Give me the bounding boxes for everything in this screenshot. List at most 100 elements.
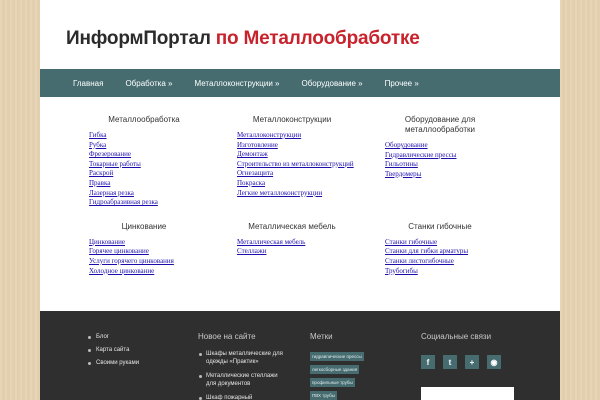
menu-link-item: Твердомеры [385,170,533,180]
twitter-icon[interactable]: t [443,355,457,369]
menu-link-item: Станки для гибки арматуры [385,247,533,257]
nav-item-equipment[interactable]: Оборудование » [291,79,374,88]
page: ИнформПортал по Металлообработке Главная… [40,0,560,400]
tag-cloud: гидравлические прессы легкосборные здания… [310,352,364,400]
menu-link[interactable]: Рубка [89,141,106,149]
footer-links-column: Блог Карта сайта Своими руками [88,311,139,370]
menu-link[interactable]: Металлоконструкции [237,131,301,139]
footer-new-title: Новое на сайте [198,332,256,341]
category-menu: Металлообработка Гибка Рубка Фрезерование То… [40,97,560,290]
footer-link[interactable]: Карта сайта [88,344,139,357]
social-icons: f t + ◉ [421,355,501,369]
menu-link[interactable]: Раскрой [89,169,113,177]
menu-link[interactable]: Трубогибы [385,267,418,275]
menu-link-item: Изготовление [237,141,385,151]
menu-column-title: Станки гибочные [408,221,472,231]
menu-column: Металлоконструкции Металлоконструкции Изго… [237,115,385,208]
footer-new-list: Шкафы металлические для одежды «Практик»… [198,350,286,400]
menu-column: Металлическая мебель Металлическая мебель… [237,222,385,276]
rss-icon[interactable]: ◉ [487,355,501,369]
menu-link[interactable]: Станки для гибки арматуры [385,247,468,255]
menu-link[interactable]: Изготовление [237,141,278,149]
menu-link[interactable]: Станки гибочные [385,238,437,246]
menu-link-item: Гибка [89,131,237,141]
footer-new-item[interactable]: Металлические стеллажи для документов [198,372,286,388]
footer-tags-title: Метки [310,332,333,341]
google-plus-icon[interactable]: + [465,355,479,369]
menu-column: Станки гибочные Станки гибочные Станки для… [385,222,533,276]
site-title-main: ИнформПортал [66,28,211,49]
menu-link-item: Лазерная резка [89,189,237,199]
footer: Блог Карта сайта Своими руками Новое на са… [40,311,560,400]
menu-column-title: Цинкование [121,221,167,231]
menu-link-item: Цинкование [89,238,237,248]
menu-link-item: Строительство из металлоконструкций [237,160,385,170]
menu-link-item: Токарные работы [89,160,237,170]
menu-link[interactable]: Огнезащита [237,169,273,177]
menu-link[interactable]: Гидроабразивная резка [89,198,158,206]
footer-social-column: Социальные связи f t + ◉ [421,311,501,369]
menu-link-item: Гильотины [385,160,533,170]
menu-link-item: Стеллажи [237,247,385,257]
header: ИнформПортал по Металлообработке [40,0,560,69]
menu-link-list: Цинкование Горячее цинкование Услуги горяч… [89,238,237,276]
footer-link[interactable]: Своими руками [88,357,139,370]
menu-link-item: Легкие металлоконструкции [237,189,385,199]
menu-link[interactable]: Гидравлические прессы [385,151,457,159]
menu-link[interactable]: Токарные работы [89,160,141,168]
menu-link-item: Металлоконструкции [237,131,385,141]
menu-link-list: Оборудование Гидравлические прессы Гильоти… [385,141,533,179]
tag-link[interactable]: легкосборные здания [310,365,360,374]
site-title[interactable]: ИнформПортал по Металлообработке [66,28,560,50]
menu-link[interactable]: Цинкование [89,238,125,246]
menu-link-item: Рубка [89,141,237,151]
nav-item-processing[interactable]: Обработка » [114,79,183,88]
menu-link-item: Трубогибы [385,267,533,277]
site-title-accent: по Металлообработке [215,28,420,49]
footer-tags-column: Метки гидравлические прессы легкосборные … [310,311,364,400]
menu-link[interactable]: Услуги горячего цинкования [89,257,174,265]
footer-new-column: Новое на сайте Шкафы металлические для о… [198,311,286,400]
menu-link[interactable]: Гибка [89,131,107,139]
menu-link[interactable]: Станки листогибочные [385,257,454,265]
menu-link-item: Услуги горячего цинкования [89,257,237,267]
menu-link-item: Демонтаж [237,150,385,160]
footer-new-item[interactable]: Шкафы металлические для одежды «Практик» [198,350,286,366]
tag-link[interactable]: гидравлические прессы [310,352,364,361]
menu-link[interactable]: Лазерная резка [89,189,134,197]
menu-column: Цинкование Цинкование Горячее цинкование Ус… [89,222,237,276]
menu-link-item: Фрезерование [89,150,237,160]
menu-link-item: Металлическая мебель [237,238,385,248]
nav-item-other[interactable]: Прочее » [374,79,430,88]
menu-link[interactable]: Строительство из металлоконструкций [237,160,354,168]
menu-link[interactable]: Металлическая мебель [237,238,305,246]
menu-link-item: Станки гибочные [385,238,533,248]
footer-widget-box [421,387,514,400]
tag-link[interactable]: профильные трубы [310,378,355,387]
menu-link-list: Гибка Рубка Фрезерование Токарные работы Рас… [89,131,237,208]
menu-column-title: Металлообработка [108,115,180,124]
menu-link[interactable]: Гильотины [385,160,418,168]
menu-link[interactable]: Твердомеры [385,170,421,178]
footer-new-item[interactable]: Шкаф пожарный металлический [198,394,286,400]
menu-link[interactable]: Горячее цинкование [89,247,149,255]
menu-link[interactable]: Фрезерование [89,150,131,158]
menu-link[interactable]: Покраска [237,179,265,187]
menu-link[interactable]: Правка [89,179,110,187]
nav-item-home[interactable]: Главная [62,79,114,88]
menu-link-item: Раскрой [89,169,237,179]
footer-link[interactable]: Блог [88,331,139,344]
menu-link-item: Холодное цинкование [89,267,237,277]
tag-link[interactable]: ПВХ трубы [310,391,337,400]
menu-link[interactable]: Оборудование [385,141,428,149]
menu-link-item: Правка [89,179,237,189]
menu-link[interactable]: Легкие металлоконструкции [237,189,322,197]
menu-link[interactable]: Демонтаж [237,150,268,158]
menu-link-item: Гидравлические прессы [385,151,533,161]
main-navigation: Главная Обработка » Металлоконструкции »… [40,69,560,97]
facebook-icon[interactable]: f [421,355,435,369]
menu-link[interactable]: Холодное цинкование [89,267,154,275]
menu-link[interactable]: Стеллажи [237,247,266,255]
menu-link-item: Горячее цинкование [89,247,237,257]
nav-item-metal-structures[interactable]: Металлоконструкции » [183,79,290,88]
